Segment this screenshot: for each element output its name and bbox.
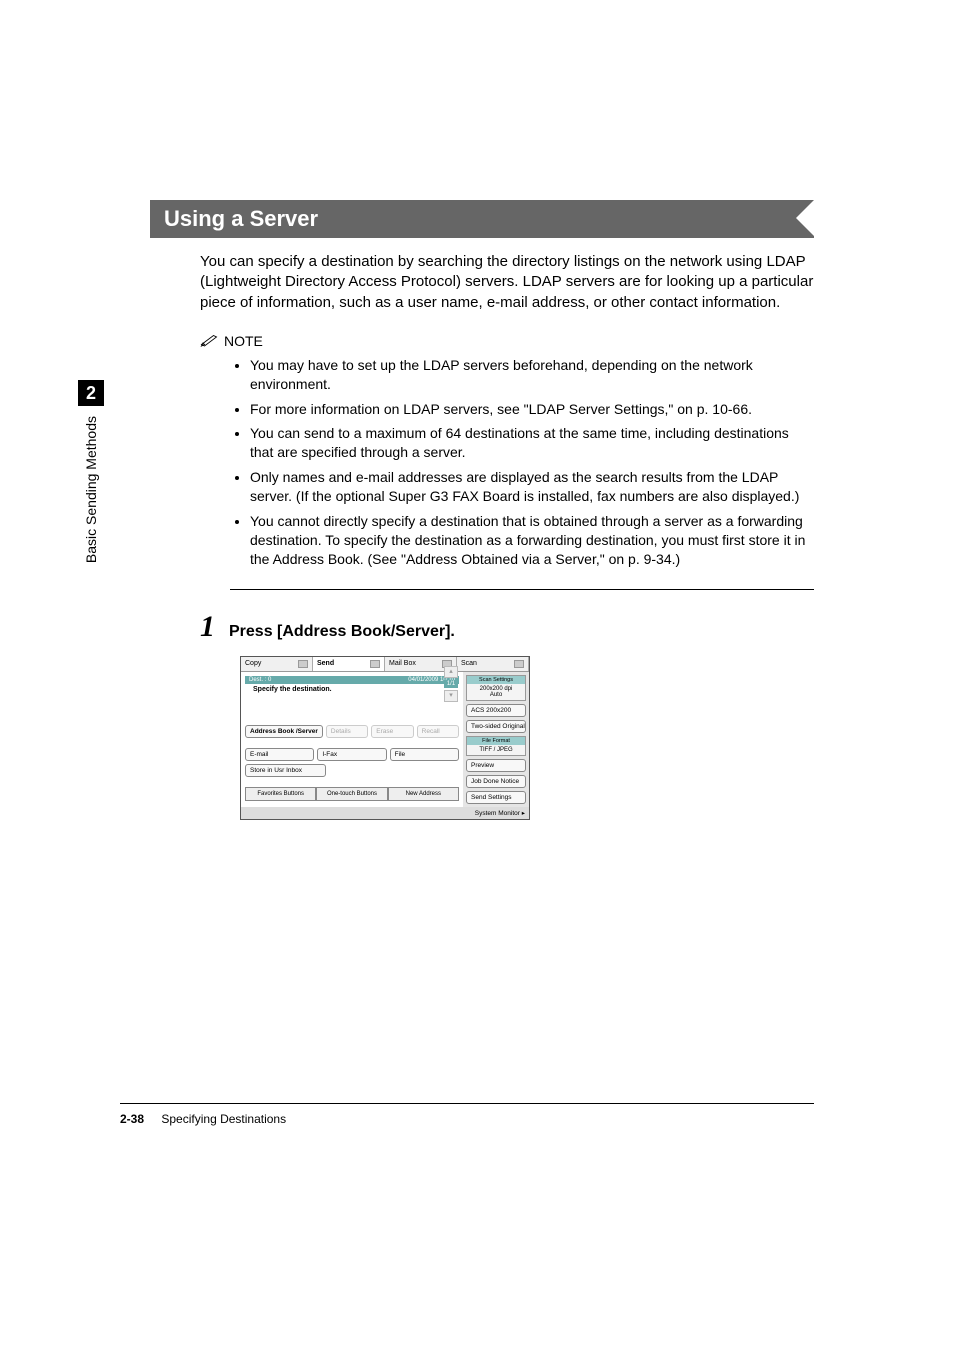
two-sided-original-button[interactable]: Two-sided Original — [466, 720, 526, 733]
new-address-tab[interactable]: New Address — [388, 787, 459, 801]
scan-settings-panel: Scan Settings 200x200 dpi Auto — [466, 675, 526, 701]
address-book-server-button[interactable]: Address Book /Server — [245, 725, 323, 738]
acs-button[interactable]: ACS 200x200 — [466, 704, 526, 717]
note-list: You may have to set up the LDAP servers … — [200, 356, 814, 569]
note-item: You may have to set up the LDAP servers … — [250, 356, 814, 394]
chapter-number: 2 — [78, 380, 104, 406]
page-number: 2-38 — [120, 1112, 144, 1126]
tab-send[interactable]: Send — [313, 657, 385, 671]
copy-icon — [298, 660, 308, 668]
step-row: 1 Press [Address Book/Server]. — [200, 610, 814, 644]
page-up-button[interactable]: ▴ — [444, 666, 458, 678]
store-in-user-inbox-button[interactable]: Store in Usr Inbox — [245, 764, 326, 777]
send-settings-button[interactable]: Send Settings — [466, 791, 526, 804]
note-label-text: NOTE — [224, 333, 263, 349]
step-instruction: Press [Address Book/Server]. — [229, 623, 455, 641]
auto-label: Auto — [469, 692, 523, 698]
ifax-button[interactable]: I-Fax — [317, 748, 386, 761]
note-icon — [200, 333, 218, 350]
send-icon — [370, 660, 380, 668]
chapter-label: Basic Sending Methods — [83, 416, 99, 563]
tab-copy[interactable]: Copy — [241, 657, 313, 671]
note-item: Only names and e-mail addresses are disp… — [250, 468, 814, 506]
note-item: You can send to a maximum of 64 destinat… — [250, 424, 814, 462]
erase-button[interactable]: Erase — [371, 725, 413, 738]
scan-settings-title: Scan Settings — [467, 676, 525, 684]
page-indicator: 1/1 — [444, 680, 458, 688]
footer-section-name: Specifying Destinations — [161, 1112, 286, 1126]
note-item: For more information on LDAP servers, se… — [250, 400, 814, 419]
note-item: You cannot directly specify a destinatio… — [250, 512, 814, 569]
divider — [230, 589, 814, 590]
recall-button[interactable]: Recall — [417, 725, 459, 738]
device-screenshot: Copy Send Mail Box Scan Dest. : 0 04/01/… — [240, 656, 530, 820]
section-header: Using a Server — [150, 200, 814, 238]
top-tabs: Copy Send Mail Box Scan — [241, 657, 529, 672]
note-block: NOTE You may have to set up the LDAP ser… — [200, 333, 814, 569]
preview-button[interactable]: Preview — [466, 759, 526, 772]
system-monitor-button[interactable]: System Monitor ▸ — [241, 807, 529, 819]
scan-icon — [514, 660, 524, 668]
file-format-panel: File Format TIFF / JPEG — [466, 736, 526, 756]
tab-scan[interactable]: Scan — [457, 657, 529, 671]
step-number: 1 — [200, 610, 215, 644]
onetouch-buttons-tab[interactable]: One-touch Buttons — [316, 787, 387, 801]
intro-paragraph: You can specify a destination by searchi… — [200, 252, 814, 313]
prompt-text: Specify the destination. — [253, 686, 459, 693]
page-footer: 2-38 Specifying Destinations — [120, 1103, 814, 1126]
file-format-value[interactable]: TIFF / JPEG — [469, 747, 523, 753]
page-down-button[interactable]: ▾ — [444, 690, 458, 702]
email-button[interactable]: E-mail — [245, 748, 314, 761]
file-button[interactable]: File — [390, 748, 459, 761]
favorites-buttons-tab[interactable]: Favorites Buttons — [245, 787, 316, 801]
status-bar: Dest. : 0 04/01/2009 10:10 — [245, 676, 459, 684]
section-title: Using a Server — [164, 206, 318, 231]
dest-count: Dest. : 0 — [249, 677, 271, 683]
job-done-notice-button[interactable]: Job Done Notice — [466, 775, 526, 788]
details-button[interactable]: Details — [326, 725, 368, 738]
file-format-title: File Format — [467, 737, 525, 745]
side-tab: 2 Basic Sending Methods — [78, 380, 104, 563]
